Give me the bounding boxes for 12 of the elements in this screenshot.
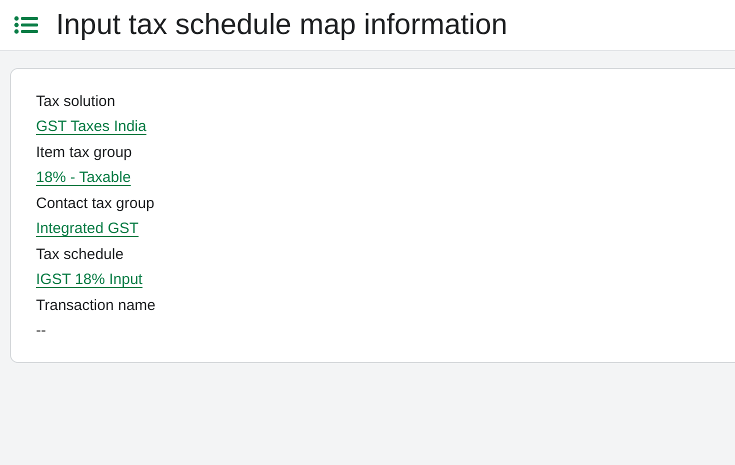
field-label: Tax solution	[36, 93, 116, 111]
page-title: Input tax schedule map information	[56, 10, 508, 40]
field-value: --	[36, 322, 46, 340]
field-link[interactable]: Integrated GST	[36, 220, 139, 238]
field-label: Transaction name	[36, 297, 156, 315]
field-link[interactable]: 18% - Taxable	[36, 169, 131, 187]
field-label: Item tax group	[36, 144, 132, 162]
field-link[interactable]: GST Taxes India	[36, 118, 146, 136]
list-icon[interactable]	[14, 16, 38, 34]
field-label: Tax schedule	[36, 246, 124, 264]
field-link[interactable]: IGST 18% Input	[36, 271, 142, 289]
field-label: Contact tax group	[36, 195, 154, 213]
